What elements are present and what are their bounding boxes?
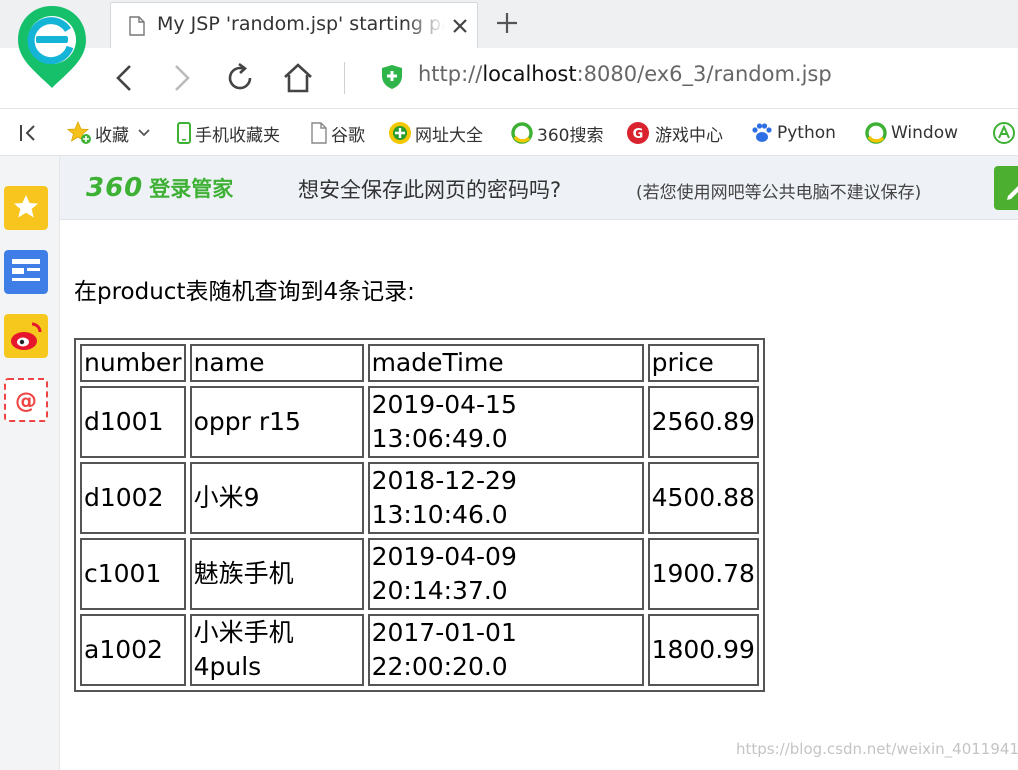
column-header-name: name bbox=[189, 344, 364, 382]
cell-madetime: 2019-04-09 20:14:37.0 bbox=[367, 538, 644, 610]
save-password-button[interactable] bbox=[994, 166, 1018, 210]
bookmark-favorites[interactable]: 收藏 bbox=[66, 120, 154, 146]
save-password-note: (若您使用网吧等公共电脑不建议保存) bbox=[636, 183, 922, 203]
result-heading: 在product表随机查询到4条记录: bbox=[74, 279, 415, 305]
navigation-bar: http://localhost:8080/ex6_3/random.jsp bbox=[0, 48, 1018, 108]
cell-number: d1002 bbox=[80, 462, 186, 534]
column-header-number: number bbox=[80, 344, 186, 382]
logo-number: 360 bbox=[86, 173, 144, 203]
product-table: number name madeTime price d1001 oppr r1… bbox=[74, 338, 765, 692]
cell-name: 小米9 bbox=[189, 462, 364, 534]
game-icon: G bbox=[627, 122, 649, 144]
logo-text: 登录管家 bbox=[149, 177, 234, 201]
favorites-star-icon[interactable] bbox=[4, 186, 48, 230]
forward-icon[interactable] bbox=[162, 60, 198, 96]
home-icon[interactable] bbox=[280, 60, 316, 96]
table-row: d1002 小米9 2018-12-29 13:10:46.0 4500.88 bbox=[80, 462, 759, 534]
save-password-question: 想安全保存此网页的密码吗? bbox=[298, 178, 562, 202]
cell-madetime: 2018-12-29 13:10:46.0 bbox=[367, 462, 644, 534]
browser-logo-icon bbox=[18, 6, 86, 88]
search-ring-icon bbox=[511, 122, 533, 144]
url-path: :8080/ex6_3/random.jsp bbox=[576, 62, 832, 86]
bookmark-label: Python bbox=[777, 123, 836, 143]
back-icon[interactable] bbox=[108, 60, 144, 96]
phone-icon bbox=[177, 122, 191, 144]
page-icon bbox=[311, 122, 327, 144]
close-tab-icon[interactable] bbox=[449, 15, 471, 37]
bookmark-url-directory[interactable]: 网址大全 bbox=[388, 120, 483, 146]
cell-number: a1002 bbox=[80, 614, 186, 686]
password-save-bar: 360 登录管家 想安全保存此网页的密码吗? (若您使用网吧等公共电脑不建议保存… bbox=[60, 156, 1018, 220]
bookmark-mobile[interactable]: 手机收藏夹 bbox=[176, 120, 280, 146]
page-icon bbox=[129, 16, 145, 36]
bookmark-game-center[interactable]: G 游戏中心 bbox=[626, 120, 723, 146]
table-row: a1002 小米手机 4puls 2017-01-01 22:00:20.0 1… bbox=[80, 614, 759, 686]
column-header-madetime: madeTime bbox=[367, 344, 644, 382]
reload-icon[interactable] bbox=[222, 60, 258, 96]
password-manager-logo: 360 登录管家 bbox=[86, 172, 233, 204]
bookmark-label: 游戏中心 bbox=[655, 125, 723, 146]
url-host: localhost bbox=[482, 62, 577, 86]
active-tab[interactable]: My JSP 'random.jsp' starting page bbox=[110, 2, 478, 48]
news-feed-icon[interactable] bbox=[4, 250, 48, 294]
table-row: c1001 魅族手机 2019-04-09 20:14:37.0 1900.78 bbox=[80, 538, 759, 610]
cell-name: 小米手机 4puls bbox=[189, 614, 364, 686]
shield-secure-icon[interactable] bbox=[380, 64, 404, 90]
plus-circle-icon bbox=[389, 122, 411, 144]
table-header-row: number name madeTime price bbox=[80, 344, 759, 382]
tab-strip: My JSP 'random.jsp' starting page bbox=[0, 0, 1018, 88]
bookmarks-bar: 收藏 手机收藏夹 谷歌 网址大全 360搜索 G 游戏中心 Python Win… bbox=[0, 108, 1018, 156]
bookmark-360-search[interactable]: 360搜索 bbox=[510, 120, 603, 146]
star-icon bbox=[66, 121, 91, 144]
chevron-down-icon bbox=[138, 129, 150, 137]
table-row: d1001 oppr r15 2019-04-15 13:06:49.0 256… bbox=[80, 386, 759, 458]
cell-madetime: 2019-04-15 13:06:49.0 bbox=[367, 386, 644, 458]
svg-text:@: @ bbox=[15, 389, 37, 414]
page-content: 在product表随机查询到4条记录: number name madeTime… bbox=[60, 220, 1018, 770]
cell-price: 2560.89 bbox=[647, 386, 759, 458]
cell-price: 4500.88 bbox=[647, 462, 759, 534]
sidebar: @ bbox=[0, 156, 60, 770]
cell-name: oppr r15 bbox=[189, 386, 364, 458]
cell-price: 1900.78 bbox=[647, 538, 759, 610]
cell-madetime: 2017-01-01 22:00:20.0 bbox=[367, 614, 644, 686]
bookmark-label: 360搜索 bbox=[537, 125, 604, 146]
toolbar-divider bbox=[344, 62, 345, 94]
watermark: https://blog.csdn.net/weixin_40119412 bbox=[736, 740, 1018, 758]
paw-icon bbox=[752, 123, 772, 142]
bookmark-python[interactable]: Python bbox=[750, 120, 836, 146]
pencil-icon bbox=[1007, 186, 1018, 200]
bookmark-window[interactable]: Window bbox=[864, 120, 958, 146]
svg-text:G: G bbox=[633, 127, 644, 142]
column-header-price: price bbox=[647, 344, 759, 382]
bookmark-label: 谷歌 bbox=[331, 125, 365, 146]
search-ring-icon bbox=[865, 122, 887, 144]
new-tab-icon[interactable] bbox=[494, 10, 520, 36]
collapse-sidebar-icon[interactable] bbox=[18, 123, 40, 143]
bookmark-label: 收藏 bbox=[95, 125, 129, 146]
url-scheme: http:// bbox=[418, 62, 483, 86]
address-bar[interactable]: http://localhost:8080/ex6_3/random.jsp bbox=[418, 62, 1008, 94]
cell-name: 魅族手机 bbox=[189, 538, 364, 610]
cell-number: c1001 bbox=[80, 538, 186, 610]
android-app-icon[interactable] bbox=[992, 121, 1016, 145]
bookmark-label: 手机收藏夹 bbox=[195, 125, 280, 146]
weibo-icon[interactable] bbox=[4, 314, 48, 358]
cell-number: d1001 bbox=[80, 386, 186, 458]
tab-title: My JSP 'random.jsp' starting page bbox=[157, 13, 445, 39]
bookmark-label: 网址大全 bbox=[415, 125, 483, 146]
bookmark-label: Window bbox=[891, 123, 959, 143]
mail-icon[interactable]: @ bbox=[4, 378, 48, 422]
bookmark-google[interactable]: 谷歌 bbox=[310, 120, 365, 146]
cell-price: 1800.99 bbox=[647, 614, 759, 686]
